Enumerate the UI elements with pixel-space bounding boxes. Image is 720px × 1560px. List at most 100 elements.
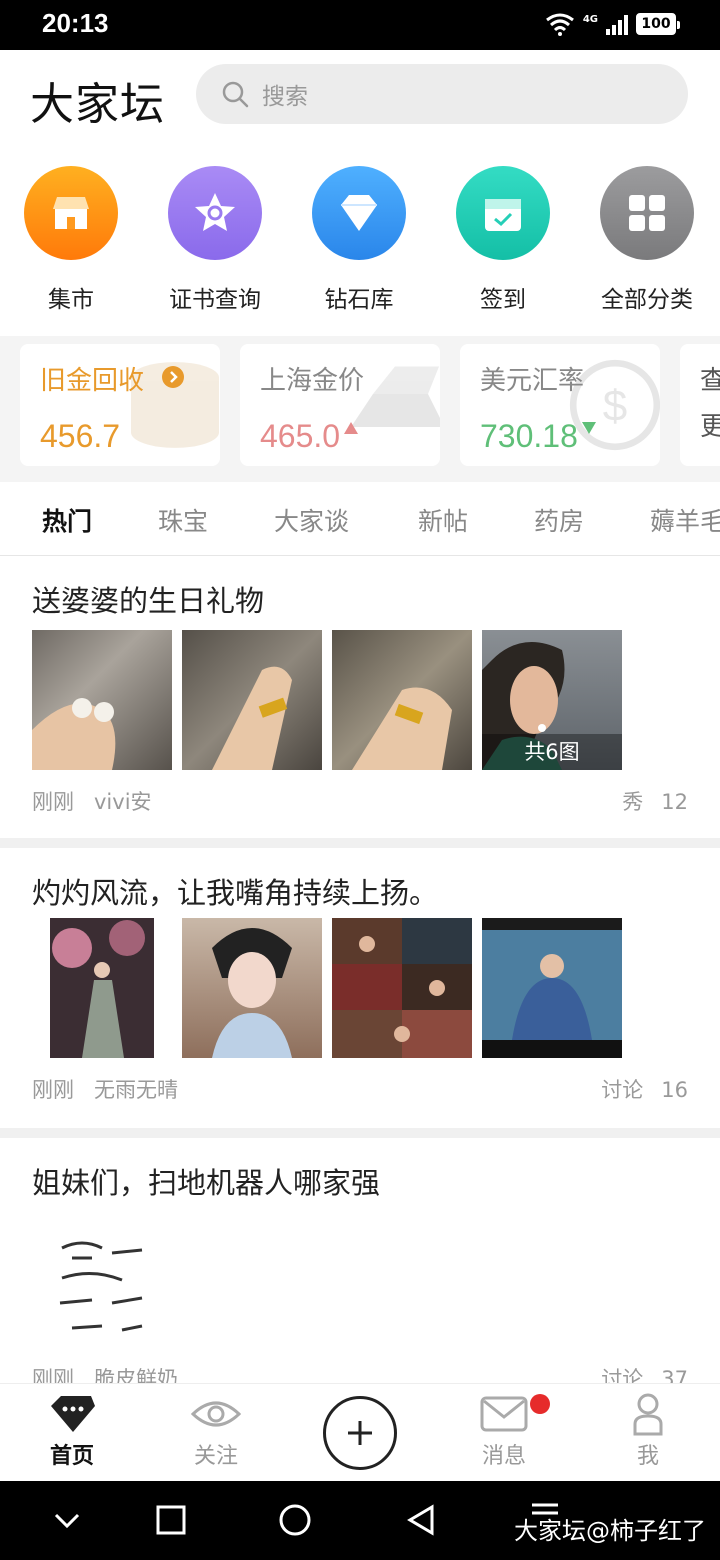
quick-item-certificate[interactable]: 证书查询 (150, 166, 280, 314)
tab-hot[interactable]: 热门 (42, 502, 92, 538)
system-navigation-bar: 大家坛@柿子红了 (0, 1481, 720, 1560)
post-image[interactable] (32, 1208, 172, 1348)
price-card-value-text: 730.18 (480, 418, 578, 454)
chevron-right-icon (162, 366, 184, 388)
quick-item-market[interactable]: 集市 (6, 166, 136, 314)
eye-icon (191, 1401, 241, 1427)
post-stats: 讨论 37 (601, 1363, 688, 1383)
status-time: 20:13 (42, 8, 109, 38)
nav-label: 首页 (49, 1444, 94, 1469)
nav-label: 消息 (481, 1444, 526, 1469)
post-stats: 秀 12 (622, 786, 688, 816)
post-reply-count: 16 (661, 1078, 688, 1102)
post-image[interactable] (482, 918, 622, 1058)
post-author[interactable]: 脆皮鲜奶 (94, 1367, 178, 1383)
post-title[interactable]: 灼灼风流，让我嘴角持续上扬。 (32, 870, 438, 912)
post-author[interactable]: 无雨无晴 (94, 1078, 178, 1102)
price-card-title: 上海金价 (260, 366, 365, 396)
feed-post[interactable]: 姐妹们，扫地机器人哪家强 刚刚 脆皮鲜奶 讨论 37 (0, 1138, 720, 1383)
price-cards: 旧金回收 456.7 上海金价 465.0 $ 美元汇率 730.18 查 更 (0, 336, 720, 482)
post-stats: 讨论 16 (601, 1074, 688, 1104)
post-image[interactable] (182, 918, 322, 1058)
nav-follow[interactable]: 关注 (166, 1392, 266, 1470)
post-image[interactable] (32, 918, 172, 1058)
nav-home[interactable]: 首页 (22, 1392, 122, 1470)
quick-item-label: 钻石库 (324, 287, 394, 313)
price-card-shanghai-gold[interactable]: 上海金价 465.0 (240, 344, 440, 466)
trend-down-icon (581, 422, 596, 434)
post-meta: 刚刚 脆皮鲜奶 (32, 1363, 178, 1383)
post-title[interactable]: 姐妹们，扫地机器人哪家强 (32, 1160, 380, 1202)
post-time: 刚刚 (32, 1078, 74, 1102)
post-images (32, 1208, 172, 1348)
app-header: 大家坛 搜索 (0, 50, 720, 140)
quick-item-diamond[interactable]: 钻石库 (294, 166, 424, 314)
tab-jewelry[interactable]: 珠宝 (158, 502, 208, 538)
post-reply-count: 12 (661, 790, 688, 814)
svg-text:$: $ (603, 381, 627, 430)
price-card-title: 美元汇率 (480, 366, 585, 396)
nav-me[interactable]: 我 (598, 1392, 698, 1470)
price-card-value: 730.18 (480, 418, 596, 455)
diamond-icon (312, 166, 406, 260)
post-category: 讨论 (601, 1078, 644, 1102)
search-placeholder: 搜索 (262, 84, 308, 110)
image-count-badge: 共6图 (482, 734, 622, 770)
quick-item-label: 全部分类 (601, 287, 693, 313)
person-icon (633, 1393, 663, 1436)
post-images: 共6图 (32, 630, 622, 770)
mail-icon (480, 1396, 528, 1432)
search-bar[interactable]: 搜索 (196, 64, 688, 124)
home-diamond-icon (51, 1396, 95, 1432)
post-reply-count: 37 (661, 1367, 688, 1383)
status-bar: 20:13 4G 100 (0, 0, 720, 50)
watermark: 大家坛@柿子红了 (514, 1517, 706, 1545)
home-icon[interactable] (278, 1503, 312, 1537)
new-post-button[interactable] (323, 1396, 397, 1470)
price-card-more[interactable]: 查 更 (680, 344, 720, 466)
post-title[interactable]: 送婆婆的生日礼物 (32, 578, 264, 620)
nav-label: 关注 (193, 1444, 238, 1469)
post-image[interactable] (332, 630, 472, 770)
price-card-subtitle: 更 (700, 412, 720, 442)
trend-up-icon (344, 422, 359, 434)
tab-pharmacy[interactable]: 药房 (534, 502, 584, 538)
battery-icon: 100 (636, 13, 680, 35)
quick-item-checkin[interactable]: 签到 (438, 166, 568, 314)
price-card-gold-recycle[interactable]: 旧金回收 456.7 (20, 344, 220, 466)
divider (0, 838, 720, 848)
post-image[interactable] (182, 630, 322, 770)
post-image[interactable] (332, 918, 472, 1058)
calendar-check-icon (456, 166, 550, 260)
price-card-title: 查 (700, 366, 720, 396)
post-category: 秀 (622, 790, 644, 814)
back-icon[interactable] (404, 1503, 438, 1537)
unread-dot (530, 1394, 550, 1414)
price-card-title: 旧金回收 (40, 366, 145, 396)
chevron-down-icon[interactable] (50, 1503, 84, 1537)
post-author[interactable]: vivi安 (94, 790, 152, 814)
tab-deals[interactable]: 薅羊毛 (650, 502, 720, 538)
status-icons: 4G 100 (545, 12, 680, 36)
bottom-navigation: 首页 关注 消息 我 (0, 1383, 720, 1481)
post-meta: 刚刚 无雨无晴 (32, 1074, 178, 1104)
post-time: 刚刚 (32, 790, 74, 814)
post-image[interactable]: 共6图 (482, 630, 622, 770)
price-card-usd-rate[interactable]: $ 美元汇率 730.18 (460, 344, 660, 466)
divider (0, 1128, 720, 1138)
post-category: 讨论 (601, 1367, 644, 1383)
signal-icon (606, 13, 628, 35)
app-logo[interactable]: 大家坛 (30, 68, 165, 132)
feed-post[interactable]: 灼灼风流，让我嘴角持续上扬。 刚刚 无雨无晴 讨论 16 (0, 848, 720, 1128)
store-icon (24, 166, 118, 260)
quick-item-all-categories[interactable]: 全部分类 (582, 166, 712, 314)
category-tabs: 热门 珠宝 大家谈 新帖 药房 薅羊毛 (0, 482, 720, 556)
quick-item-label: 集市 (48, 287, 94, 313)
post-image[interactable] (32, 630, 172, 770)
tab-discussion[interactable]: 大家谈 (274, 502, 349, 538)
tab-new-posts[interactable]: 新帖 (418, 502, 468, 538)
quick-entries: 集市 证书查询 钻石库 签到 全部分类 (0, 166, 720, 316)
recent-apps-icon[interactable] (154, 1503, 188, 1537)
feed-post[interactable]: 送婆婆的生日礼物 共6图 刚刚 vivi安 秀 12 (0, 556, 720, 838)
battery-level: 100 (641, 16, 671, 32)
